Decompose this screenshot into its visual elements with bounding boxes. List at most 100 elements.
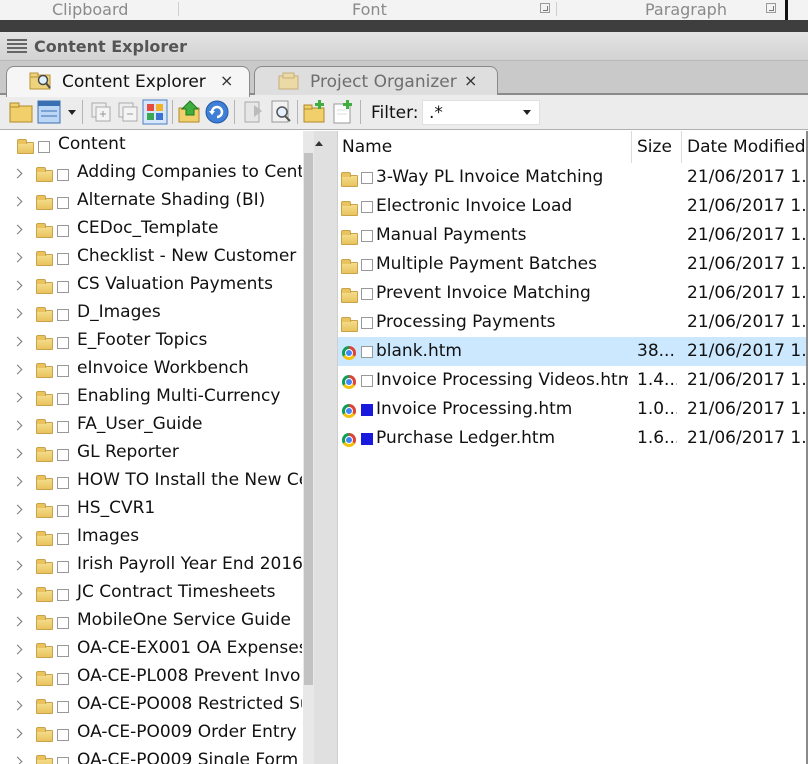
checkbox[interactable]: [361, 433, 373, 445]
tree-item[interactable]: OA-CE-PO009 Order Entry In: [0, 721, 302, 749]
file-row[interactable]: 3-Way PL Invoice Matching 21/06/2017 1...: [338, 163, 808, 192]
chevron-right-icon[interactable]: [12, 196, 23, 207]
chevron-right-icon[interactable]: [12, 756, 23, 764]
chevron-right-icon[interactable]: [12, 532, 23, 543]
tree-item[interactable]: HS_CVR1: [0, 497, 302, 525]
checkbox[interactable]: [57, 645, 69, 657]
column-header-name[interactable]: Name: [342, 131, 632, 163]
tree-scrollbar[interactable]: [303, 131, 314, 764]
refresh-icon[interactable]: [204, 99, 230, 125]
view-toggle-icon[interactable]: [36, 99, 62, 125]
pane-grip-icon[interactable]: [7, 39, 27, 55]
filter-input[interactable]: .*: [422, 100, 540, 125]
checkbox[interactable]: [361, 288, 373, 300]
file-row[interactable]: Purchase Ledger.htm 1.6... 21/06/2017 1...: [338, 424, 808, 453]
tree-item[interactable]: Irish Payroll Year End 2016 V: [0, 553, 302, 581]
move-up-folder-icon[interactable]: [177, 99, 203, 125]
tree-item[interactable]: D_Images: [0, 301, 302, 329]
checkbox[interactable]: [361, 201, 373, 213]
file-row[interactable]: Invoice Processing Videos.htm 1.4... 21/06…: [338, 366, 808, 395]
file-row[interactable]: Prevent Invoice Matching 21/06/2017 1...: [338, 279, 808, 308]
tree-root-content[interactable]: Content: [0, 133, 302, 161]
tab-content-explorer[interactable]: Content Explorer ×: [6, 66, 250, 97]
tab-project-organizer[interactable]: Project Organizer ×: [254, 66, 498, 95]
column-header-size[interactable]: Size: [637, 131, 677, 163]
tree-item[interactable]: OA-CE-PO009 Single Form E: [0, 749, 302, 764]
expand-all-icon[interactable]: [88, 99, 114, 125]
checkbox[interactable]: [38, 141, 50, 153]
scroll-up-arrow-icon[interactable]: [315, 141, 323, 146]
chevron-right-icon[interactable]: [12, 364, 23, 375]
paragraph-dialog-launcher-icon[interactable]: [766, 3, 776, 13]
file-row[interactable]: Manual Payments 21/06/2017 1...: [338, 221, 808, 250]
tree-item[interactable]: Images: [0, 525, 302, 553]
checkbox[interactable]: [361, 259, 373, 271]
file-row[interactable]: Processing Payments 21/06/2017 1...: [338, 308, 808, 337]
chevron-right-icon[interactable]: [12, 728, 23, 739]
tree-item[interactable]: Enabling Multi-Currency: [0, 385, 302, 413]
checkbox[interactable]: [57, 421, 69, 433]
checkbox[interactable]: [57, 197, 69, 209]
tree-item[interactable]: OA-CE-PO008 Restricted Sup: [0, 693, 302, 721]
properties-icon[interactable]: [240, 99, 266, 125]
checkbox[interactable]: [57, 477, 69, 489]
chevron-right-icon[interactable]: [12, 420, 23, 431]
tree-item[interactable]: eInvoice Workbench: [0, 357, 302, 385]
chevron-right-icon[interactable]: [12, 476, 23, 487]
column-divider[interactable]: [631, 131, 632, 163]
checkbox[interactable]: [57, 309, 69, 321]
tree-item[interactable]: Alternate Shading (BI): [0, 189, 302, 217]
tree-item[interactable]: FA_User_Guide: [0, 413, 302, 441]
checkbox[interactable]: [57, 589, 69, 601]
checkbox[interactable]: [57, 225, 69, 237]
chevron-right-icon[interactable]: [12, 448, 23, 459]
pane-splitter[interactable]: [314, 131, 338, 764]
checkbox[interactable]: [361, 230, 373, 242]
checkbox[interactable]: [57, 281, 69, 293]
collapse-all-icon[interactable]: [115, 99, 141, 125]
chevron-right-icon[interactable]: [12, 672, 23, 683]
thumbnails-icon[interactable]: [142, 99, 168, 125]
file-row[interactable]: Multiple Payment Batches 21/06/2017 1...: [338, 250, 808, 279]
checkbox[interactable]: [57, 505, 69, 517]
checkbox[interactable]: [57, 701, 69, 713]
view-dropdown-arrow-icon[interactable]: [68, 110, 76, 115]
chevron-right-icon[interactable]: [12, 560, 23, 571]
checkbox[interactable]: [57, 561, 69, 573]
checkbox[interactable]: [361, 317, 373, 329]
close-icon[interactable]: ×: [464, 71, 477, 90]
checkbox[interactable]: [57, 365, 69, 377]
tree-item[interactable]: GL Reporter: [0, 441, 302, 469]
checkbox[interactable]: [57, 673, 69, 685]
tree-item[interactable]: OA-CE-PL008 Prevent Invoic: [0, 665, 302, 693]
new-folder-icon[interactable]: [302, 99, 328, 125]
checkbox[interactable]: [57, 253, 69, 265]
chevron-down-icon[interactable]: [523, 110, 531, 115]
checkbox[interactable]: [57, 533, 69, 545]
tree-item[interactable]: CS Valuation Payments: [0, 273, 302, 301]
chevron-right-icon[interactable]: [12, 644, 23, 655]
checkbox[interactable]: [57, 169, 69, 181]
tree-item[interactable]: Checklist - New Customer: [0, 245, 302, 273]
chevron-right-icon[interactable]: [12, 280, 23, 291]
chevron-right-icon[interactable]: [12, 308, 23, 319]
checkbox[interactable]: [361, 346, 373, 358]
checkbox[interactable]: [57, 617, 69, 629]
chevron-right-icon[interactable]: [12, 616, 23, 627]
chevron-right-icon[interactable]: [12, 168, 23, 179]
close-icon[interactable]: ×: [220, 71, 233, 90]
tree-item[interactable]: JC Contract Timesheets: [0, 581, 302, 609]
file-row[interactable]: Electronic Invoice Load 21/06/2017 1...: [338, 192, 808, 221]
chevron-right-icon[interactable]: [12, 224, 23, 235]
column-divider[interactable]: [681, 131, 682, 163]
checkbox[interactable]: [57, 337, 69, 349]
tree-item[interactable]: Adding Companies to Centra: [0, 161, 302, 189]
column-header-date-modified[interactable]: Date Modified: [687, 131, 808, 163]
file-row[interactable]: blank.htm 38... 21/06/2017 1...: [338, 337, 808, 366]
open-folder-icon[interactable]: [8, 99, 34, 125]
tree-item[interactable]: E_Footer Topics: [0, 329, 302, 357]
tree-item[interactable]: CEDoc_Template: [0, 217, 302, 245]
chevron-right-icon[interactable]: [12, 252, 23, 263]
checkbox[interactable]: [57, 393, 69, 405]
tree-item[interactable]: OA-CE-EX001 OA Expenses: [0, 637, 302, 665]
